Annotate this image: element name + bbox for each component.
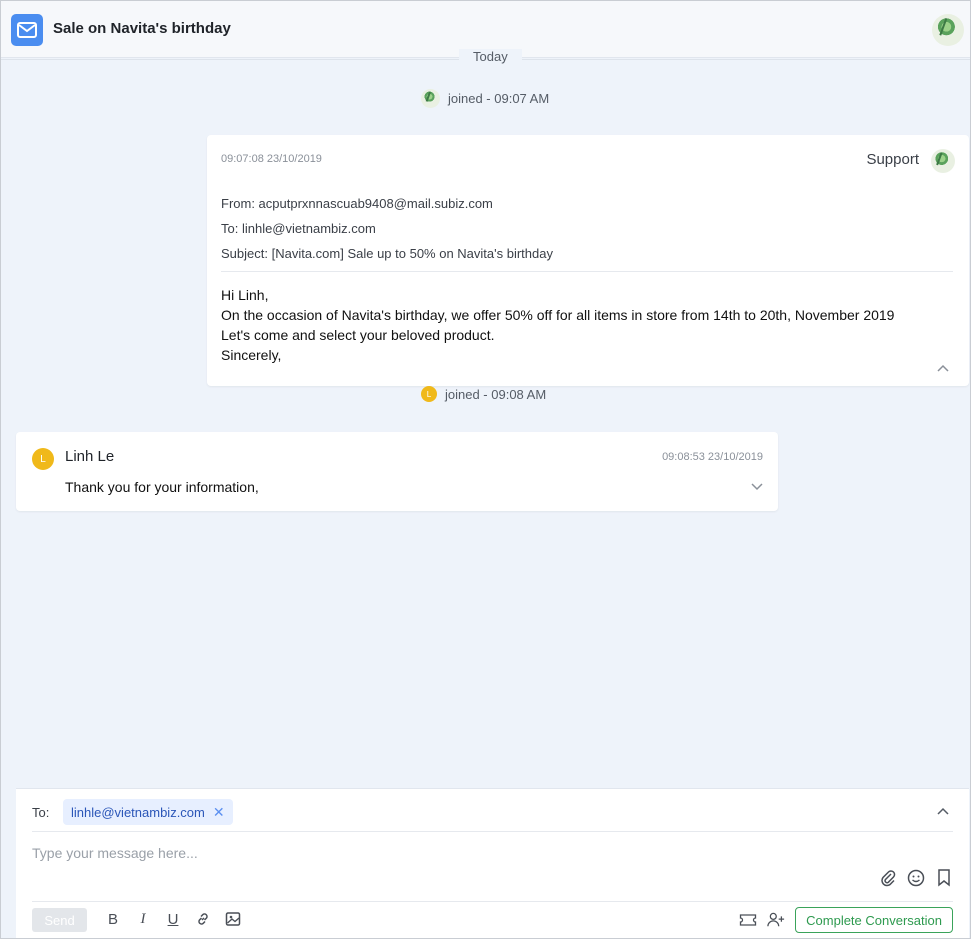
image-icon[interactable] [224, 910, 242, 928]
chevron-down-icon[interactable] [751, 480, 763, 494]
support-avatar [421, 89, 440, 108]
message-input[interactable] [32, 841, 732, 865]
message-text: Thank you for your information, [65, 479, 259, 495]
mail-icon [11, 14, 43, 46]
composer-divider [32, 831, 953, 832]
email-body: Hi Linh, On the occasion of Navita's bir… [221, 285, 894, 365]
conversation-actions: Complete Conversation [739, 907, 953, 933]
sender-avatar [931, 149, 955, 173]
recipient-chip[interactable]: linhle@vietnambiz.com ✕ [63, 799, 233, 825]
email-body-line: On the occasion of Navita's birthday, we… [221, 307, 895, 323]
day-label: Today [459, 49, 522, 64]
message-composer: To: linhle@vietnambiz.com ✕ Send B I [16, 788, 969, 938]
collapse-recipients-icon[interactable] [937, 803, 949, 818]
conversation-window: Sale on Navita's birthday Today joined -… [0, 0, 971, 939]
to-label: To: [32, 805, 50, 820]
email-body-line: Sincerely, [221, 347, 282, 363]
email-body-line: Let's come and select your beloved produ… [221, 327, 495, 343]
day-separator: Today [1, 47, 970, 69]
emoji-icon[interactable] [907, 869, 925, 887]
customer-avatar: L [421, 386, 437, 402]
message-timestamp: 09:08:53 23/10/2019 [662, 451, 763, 463]
email-subject: Subject: [Navita.com] Sale up to 50% on … [221, 246, 553, 261]
composer-divider [32, 901, 953, 902]
italic-icon[interactable]: I [134, 910, 152, 928]
email-from: From: acputprxnnascuab9408@mail.subiz.co… [221, 196, 493, 211]
join-event: L joined - 09:08 AM [421, 386, 546, 402]
complete-conversation-button[interactable]: Complete Conversation [795, 907, 953, 933]
customer-avatar: L [32, 448, 54, 470]
underline-icon[interactable]: U [164, 910, 182, 928]
join-event-text: joined - 09:07 AM [448, 91, 550, 106]
send-button[interactable]: Send [32, 908, 87, 932]
message-timestamp: 09:07:08 23/10/2019 [221, 153, 322, 165]
bookmark-icon[interactable] [935, 869, 953, 887]
conversation-title: Sale on Navita's birthday [53, 20, 231, 37]
attach-tools [879, 869, 953, 887]
email-to: To: linhle@vietnambiz.com [221, 221, 376, 236]
sender-name: Support [866, 151, 919, 168]
recipient-email: linhle@vietnambiz.com [71, 804, 205, 820]
remove-recipient-icon[interactable]: ✕ [213, 804, 225, 821]
format-toolbar: B I U [104, 910, 242, 928]
customer-name: Linh Le [65, 448, 115, 465]
ticket-icon[interactable] [739, 911, 757, 929]
bold-icon[interactable]: B [104, 910, 122, 928]
chevron-up-icon[interactable] [937, 361, 949, 375]
link-icon[interactable] [194, 910, 212, 928]
attachment-icon[interactable] [879, 869, 897, 887]
user-avatar[interactable] [932, 14, 964, 46]
email-divider [221, 271, 953, 272]
email-message: 09:07:08 23/10/2019 Support From: acputp… [207, 135, 969, 386]
add-user-icon[interactable] [767, 911, 785, 929]
join-event: joined - 09:07 AM [421, 89, 549, 108]
customer-message: L Linh Le 09:08:53 23/10/2019 Thank you … [16, 432, 778, 511]
join-event-text: joined - 09:08 AM [445, 386, 547, 402]
email-body-line: Hi Linh, [221, 287, 269, 303]
